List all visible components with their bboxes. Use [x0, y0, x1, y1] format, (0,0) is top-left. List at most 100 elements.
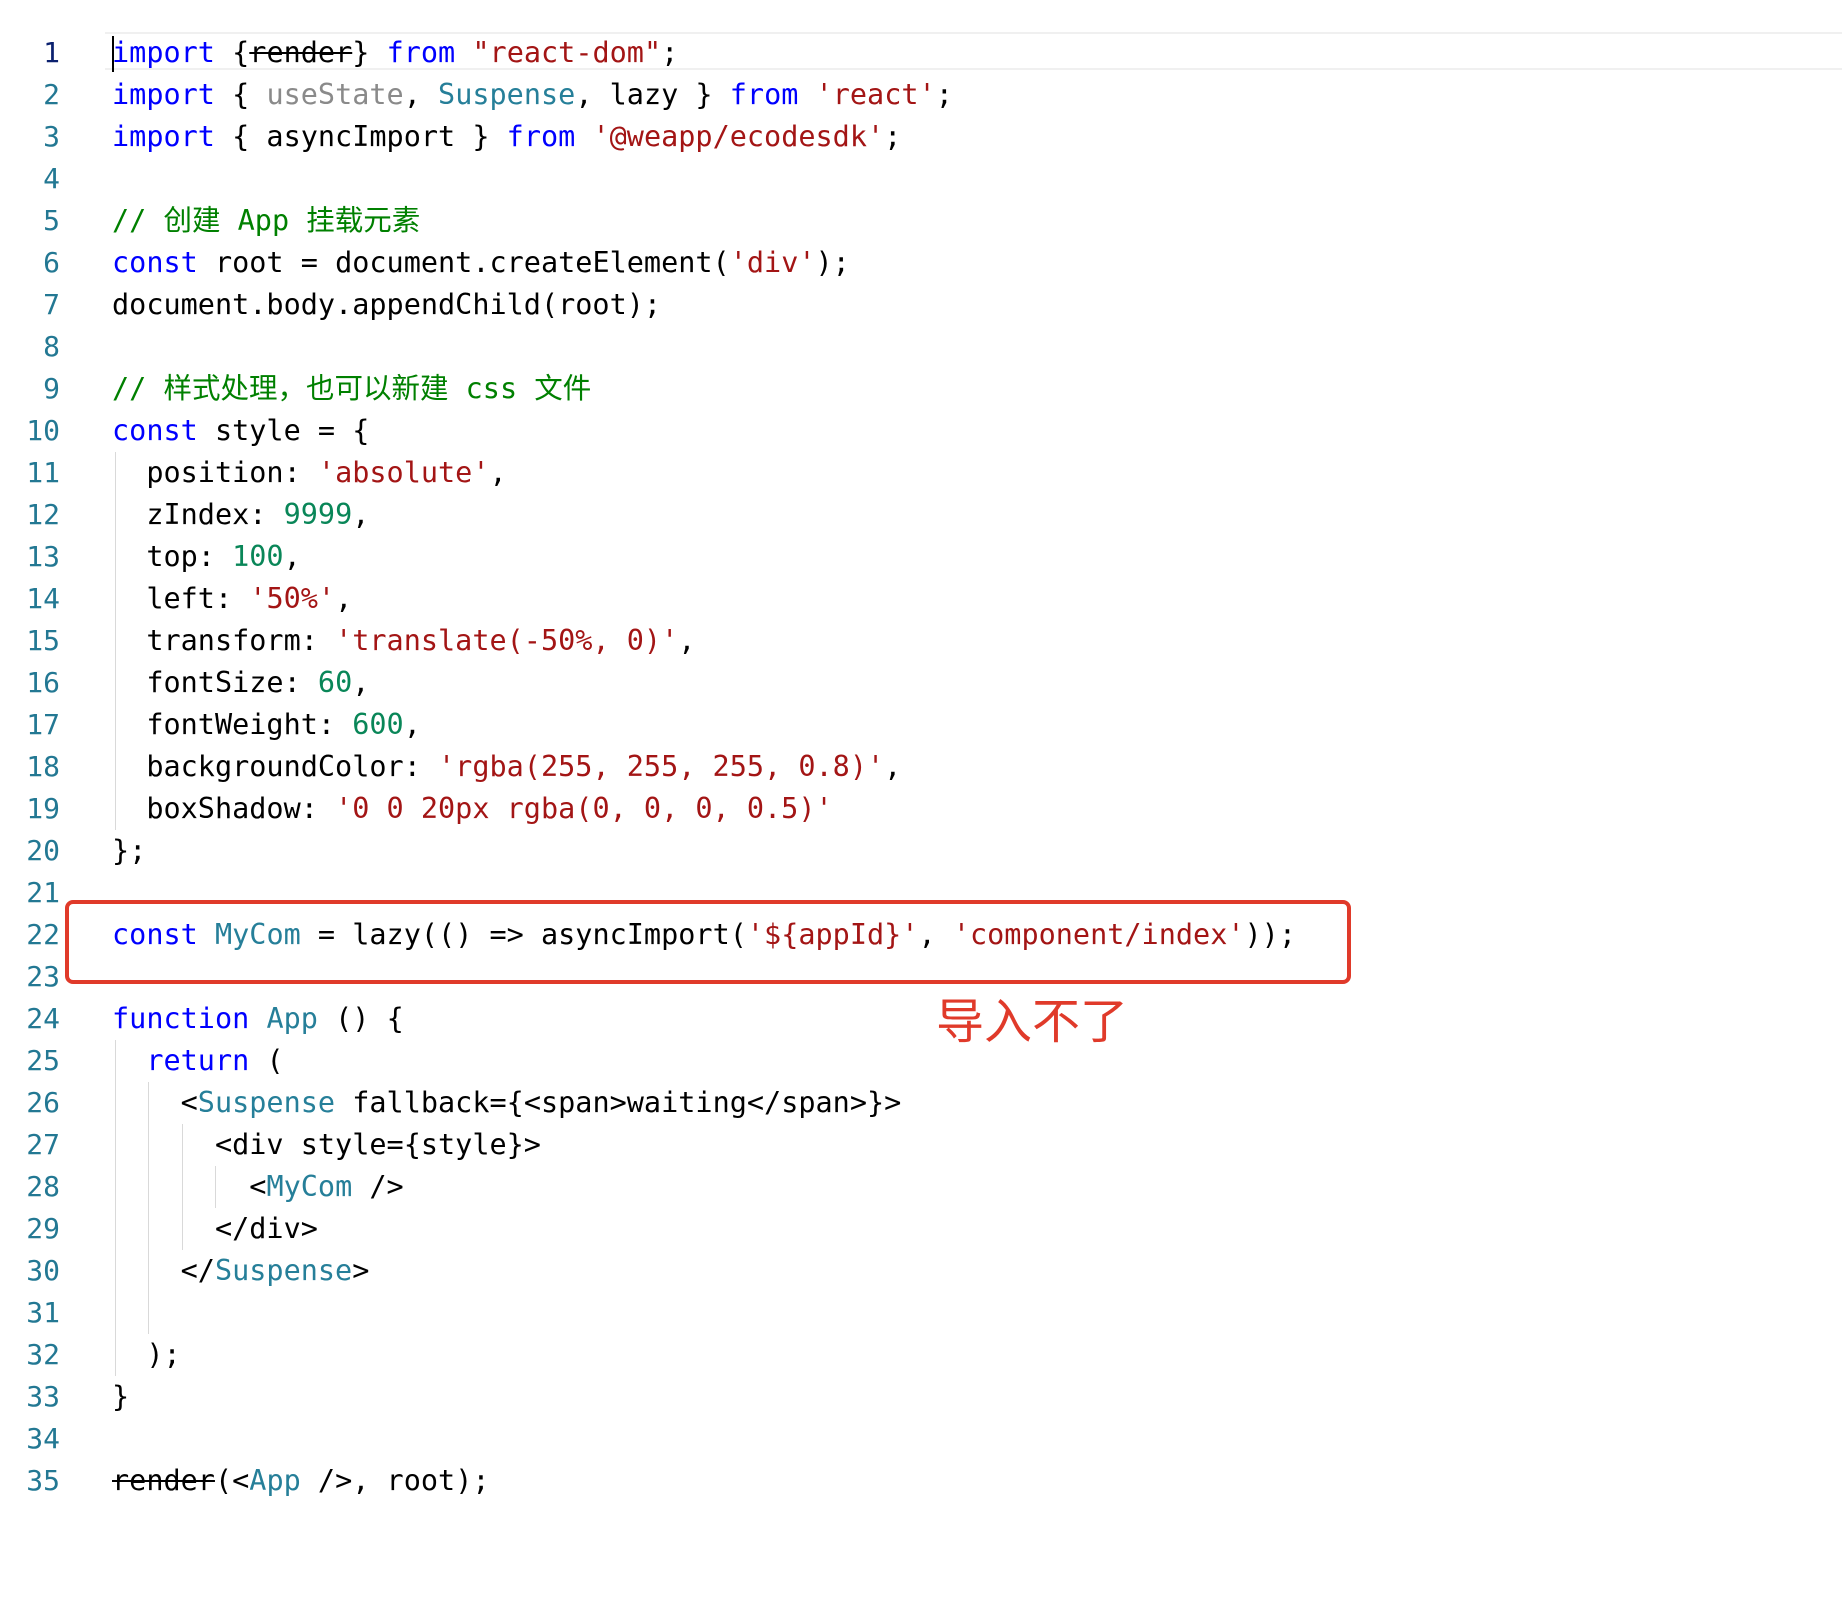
- line-number: 25: [26, 1044, 60, 1077]
- code-text[interactable]: </Suspense>: [112, 1250, 370, 1292]
- code-text[interactable]: </div>: [112, 1208, 318, 1250]
- keyword-token: function: [112, 1002, 250, 1035]
- code-text[interactable]: import { asyncImport } from '@weapp/ecod…: [112, 116, 901, 158]
- code-line-4[interactable]: 4: [0, 158, 1842, 200]
- line-number: 3: [43, 120, 60, 153]
- code-line-33[interactable]: 33 }: [0, 1376, 1842, 1418]
- code-text[interactable]: // 创建 App 挂载元素: [112, 200, 420, 242]
- code-line-30[interactable]: 30 </Suspense>: [0, 1250, 1842, 1292]
- line-number: 13: [26, 540, 60, 573]
- code-line-7[interactable]: 7 document.body.appendChild(root);: [0, 284, 1842, 326]
- code-text[interactable]: import {render} from "react-dom";: [112, 32, 678, 74]
- line-number: 21: [26, 876, 60, 909]
- code-line-27[interactable]: 27 <div style={style}>: [0, 1124, 1842, 1166]
- code-token: ;: [661, 36, 679, 69]
- string-token: 'div': [729, 246, 816, 279]
- keyword-token: import: [112, 36, 215, 69]
- code-text[interactable]: position: 'absolute',: [112, 452, 506, 494]
- code-line-31[interactable]: 31: [0, 1292, 1842, 1334]
- code-token: {: [214, 78, 267, 111]
- code-text[interactable]: backgroundColor: 'rgba(255, 255, 255, 0.…: [112, 746, 901, 788]
- code-token: </div>: [112, 1212, 318, 1245]
- code-token: ,: [352, 498, 370, 531]
- code-line-15[interactable]: 15 transform: 'translate(-50%, 0)',: [0, 620, 1842, 662]
- code-line-14[interactable]: 14 left: '50%',: [0, 578, 1842, 620]
- code-token: backgroundColor:: [112, 750, 439, 783]
- code-line-3[interactable]: 3 import { asyncImport } from '@weapp/ec…: [0, 116, 1842, 158]
- code-text[interactable]: transform: 'translate(-50%, 0)',: [112, 620, 695, 662]
- code-line-8[interactable]: 8: [0, 326, 1842, 368]
- code-line-16[interactable]: 16 fontSize: 60,: [0, 662, 1842, 704]
- code-text[interactable]: left: '50%',: [112, 578, 352, 620]
- code-token: {: [214, 36, 250, 69]
- code-line-20[interactable]: 20 };: [0, 830, 1842, 872]
- code-line-19[interactable]: 19 boxShadow: '0 0 20px rgba(0, 0, 0, 0.…: [0, 788, 1842, 830]
- code-text[interactable]: top: 100,: [112, 536, 300, 578]
- code-line-18[interactable]: 18 backgroundColor: 'rgba(255, 255, 255,…: [0, 746, 1842, 788]
- code-text[interactable]: <MyCom />: [112, 1166, 404, 1208]
- code-text[interactable]: <div style={style}>: [112, 1124, 541, 1166]
- unused-token: useState: [266, 78, 404, 111]
- keyword-token: from: [729, 78, 799, 111]
- code-text[interactable]: fontWeight: 600,: [112, 704, 421, 746]
- code-line-2[interactable]: 2 import { useState, Suspense, lazy } fr…: [0, 74, 1842, 116]
- code-text[interactable]: }: [112, 1376, 129, 1418]
- keyword-token: return: [146, 1044, 250, 1077]
- code-token: (<: [214, 1464, 250, 1497]
- code-line-28[interactable]: 28 <MyCom />: [0, 1166, 1842, 1208]
- number-token: 60: [317, 666, 353, 699]
- code-text[interactable]: document.body.appendChild(root);: [112, 284, 661, 326]
- code-token: document.body.appendChild(root);: [112, 288, 662, 321]
- code-line-25[interactable]: 25 return (: [0, 1040, 1842, 1082]
- code-text[interactable]: render(<App />, root);: [112, 1460, 490, 1502]
- string-token: '50%': [249, 582, 336, 615]
- number-token: 600: [352, 708, 404, 741]
- code-text[interactable]: function App () {: [112, 998, 404, 1040]
- code-line-32[interactable]: 32 );: [0, 1334, 1842, 1376]
- code-line-34[interactable]: 34: [0, 1418, 1842, 1460]
- code-text[interactable]: const root = document.createElement('div…: [112, 242, 850, 284]
- code-text[interactable]: <Suspense fallback={<span>waiting</span>…: [112, 1082, 902, 1124]
- code-line-26[interactable]: 26 <Suspense fallback={<span>waiting</sp…: [0, 1082, 1842, 1124]
- code-text[interactable]: import { useState, Suspense, lazy } from…: [112, 74, 953, 116]
- code-token: top:: [112, 540, 233, 573]
- code-line-9[interactable]: 9 // 样式处理，也可以新建 css 文件: [0, 368, 1842, 410]
- code-token: <div style={style}>: [112, 1128, 541, 1161]
- code-token: />: [352, 1170, 404, 1203]
- code-token: boxShadow:: [112, 792, 336, 825]
- line-number: 7: [43, 288, 60, 321]
- code-line-5[interactable]: 5 // 创建 App 挂载元素: [0, 200, 1842, 242]
- code-line-1[interactable]: 1 import {render} from "react-dom";: [0, 32, 1842, 74]
- code-text[interactable]: // 样式处理，也可以新建 css 文件: [112, 368, 591, 410]
- line-number: 35: [26, 1464, 60, 1497]
- code-line-29[interactable]: 29 </div>: [0, 1208, 1842, 1250]
- code-text[interactable]: );: [112, 1334, 180, 1376]
- type-token: App: [249, 1464, 301, 1497]
- code-token: ,: [403, 708, 421, 741]
- comment-token: // 样式处理，也可以新建 css 文件: [112, 372, 592, 405]
- code-line-12[interactable]: 12 zIndex: 9999,: [0, 494, 1842, 536]
- code-token: <: [112, 1086, 198, 1119]
- code-line-11[interactable]: 11 position: 'absolute',: [0, 452, 1842, 494]
- code-token: };: [112, 834, 147, 867]
- code-text[interactable]: return (: [112, 1040, 284, 1082]
- code-line-17[interactable]: 17 fontWeight: 600,: [0, 704, 1842, 746]
- code-line-6[interactable]: 6 const root = document.createElement('d…: [0, 242, 1842, 284]
- code-text[interactable]: zIndex: 9999,: [112, 494, 369, 536]
- deprecated-token: render: [112, 1464, 215, 1497]
- line-number: 33: [26, 1380, 60, 1413]
- code-line-10[interactable]: 10 const style = {: [0, 410, 1842, 452]
- annotation-highlight-box: [65, 900, 1351, 984]
- code-text[interactable]: fontSize: 60,: [112, 662, 369, 704]
- code-token: (: [249, 1044, 284, 1077]
- code-line-35[interactable]: 35 render(<App />, root);: [0, 1460, 1842, 1502]
- code-editor[interactable]: 1 import {render} from "react-dom"; 2 im…: [0, 0, 1842, 1622]
- code-line-24[interactable]: 24 function App () {: [0, 998, 1842, 1040]
- keyword-token: from: [386, 36, 456, 69]
- code-line-13[interactable]: 13 top: 100,: [0, 536, 1842, 578]
- code-text[interactable]: const style = {: [112, 410, 369, 452]
- code-text[interactable]: boxShadow: '0 0 20px rgba(0, 0, 0, 0.5)': [112, 788, 832, 830]
- code-text[interactable]: };: [112, 830, 146, 872]
